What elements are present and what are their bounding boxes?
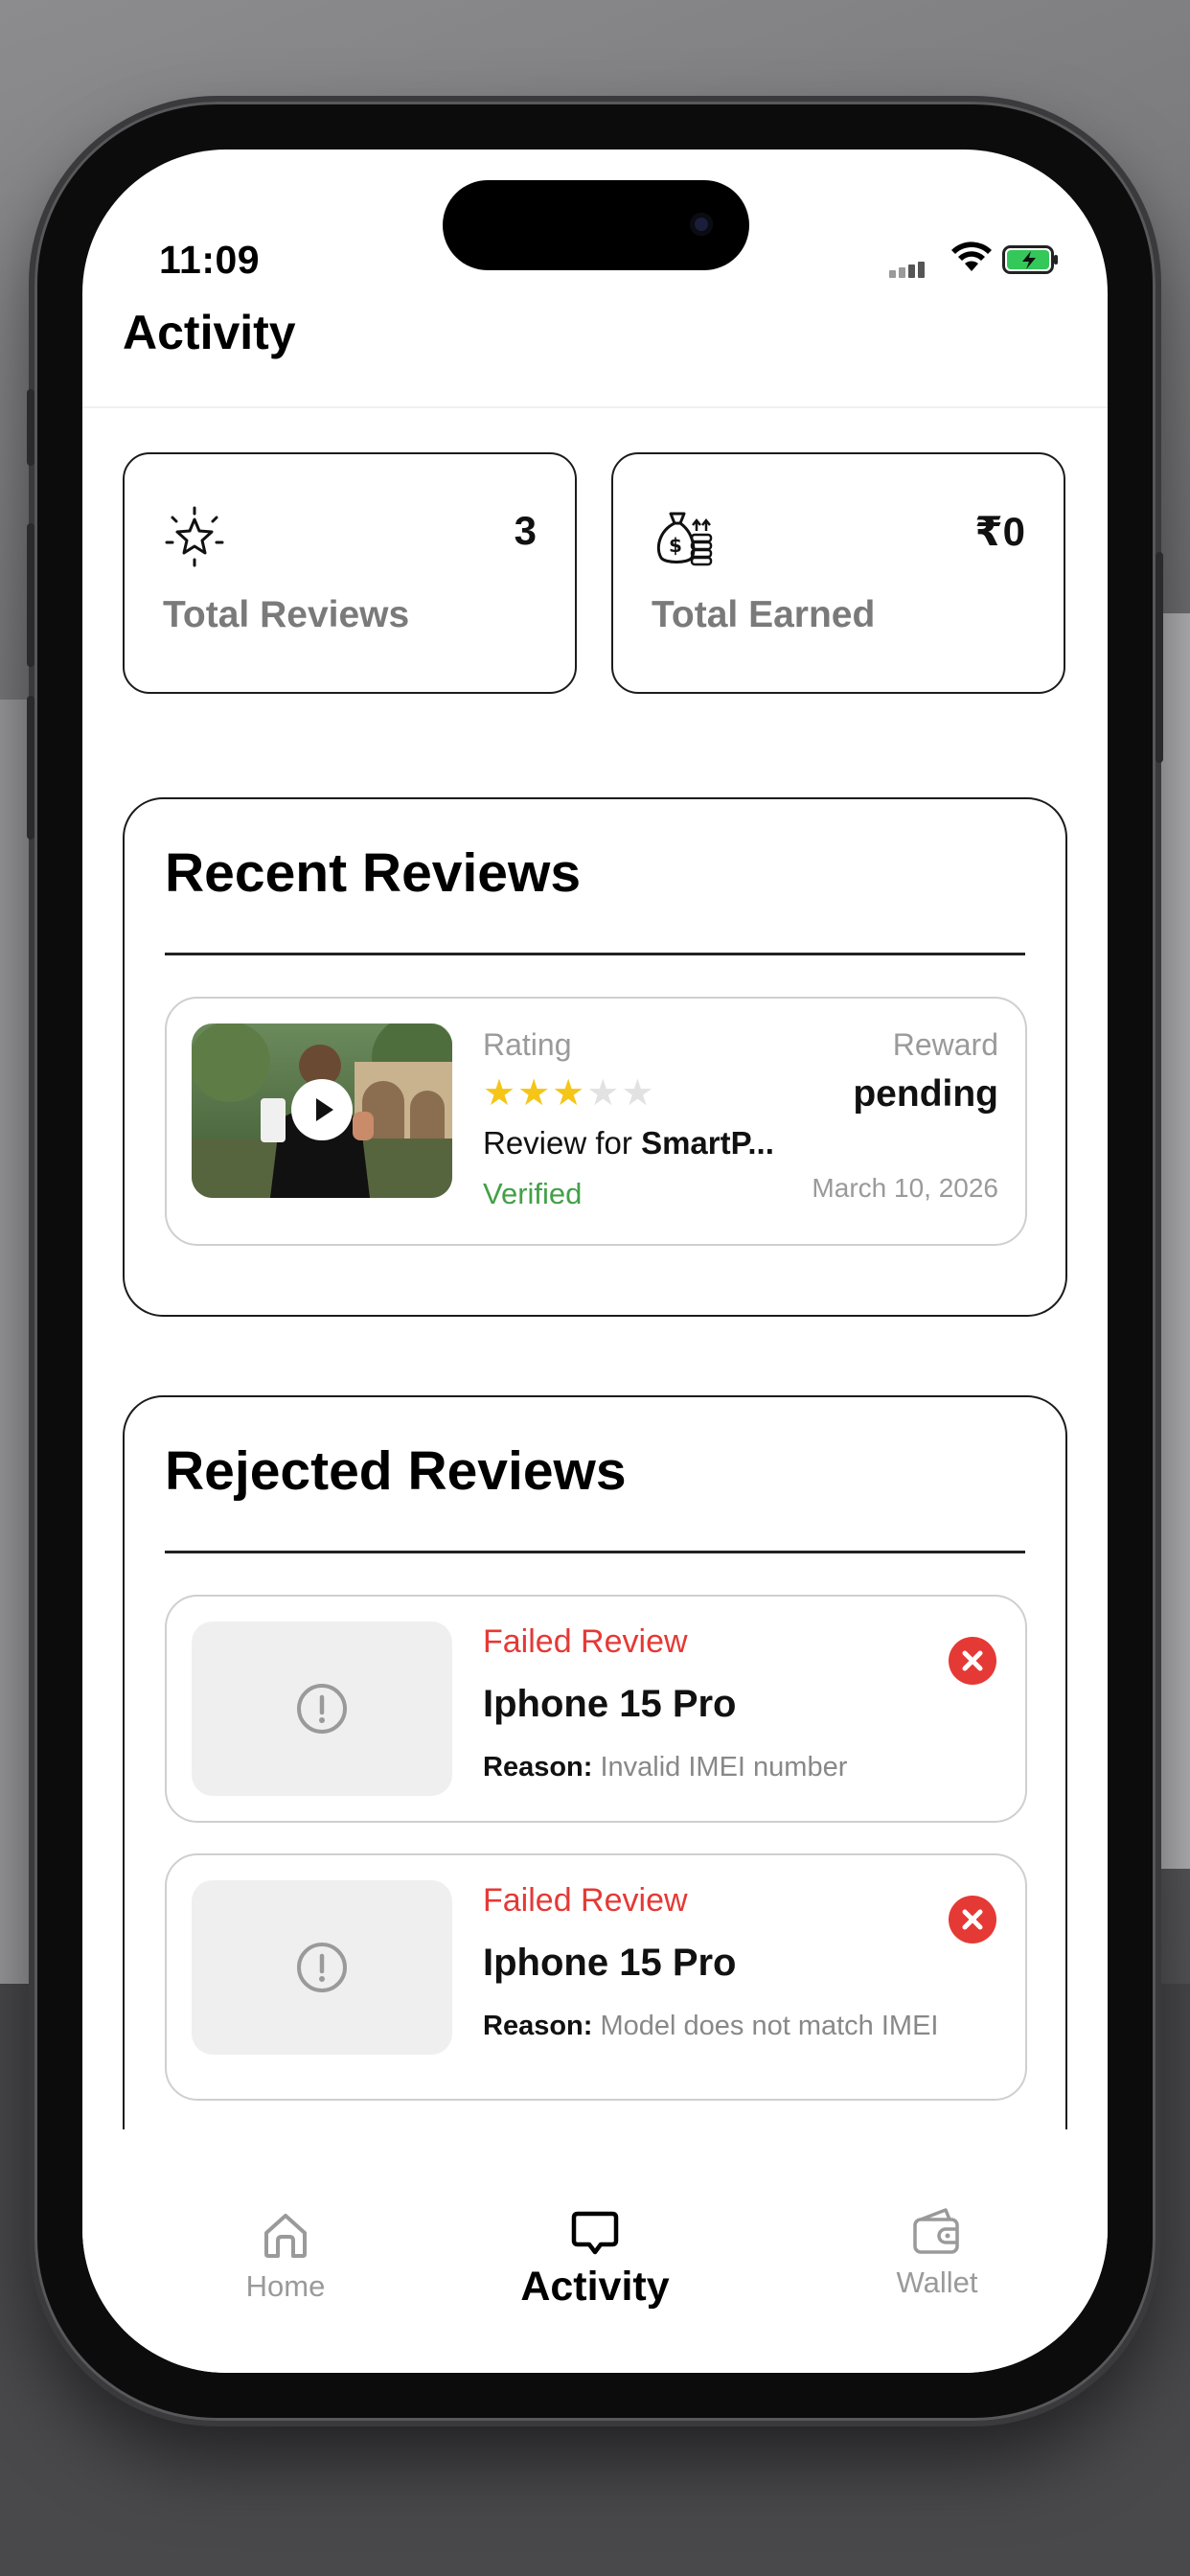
- cellular-signal-icon: [889, 261, 927, 278]
- svg-text:$: $: [669, 534, 682, 557]
- rejected-x-icon: [949, 1637, 996, 1685]
- rejected-reviews-section: Rejected Reviews Failed Review Iphone 15…: [123, 1395, 1067, 2181]
- tab-wallet-label: Wallet: [896, 2266, 978, 2299]
- front-camera: [690, 213, 713, 236]
- sparkle-star-icon: [165, 506, 224, 567]
- play-button[interactable]: [291, 1079, 353, 1140]
- chat-bubble-icon: [571, 2211, 619, 2255]
- tab-activity-label: Activity: [520, 2264, 670, 2310]
- verified-status: Verified: [483, 1177, 583, 1210]
- product-name: Iphone 15 Pro: [483, 1942, 737, 1984]
- star-filled-icon: ★: [517, 1073, 553, 1114]
- status-time: 11:09: [159, 238, 261, 282]
- thumbnail-placeholder: [192, 1622, 452, 1796]
- reason-label: Reason:: [483, 1752, 593, 1782]
- rating-label: Rating: [483, 1027, 572, 1062]
- reward-label: Reward: [892, 1027, 998, 1062]
- bottom-tab-bar: Home Activity Wallet: [82, 2129, 1108, 2373]
- status-bar: 11:09: [82, 150, 1108, 293]
- tab-home-label: Home: [245, 2269, 326, 2303]
- rejected-reviews-title: Rejected Reviews: [165, 1440, 627, 1502]
- review-for-text: Review for SmartP...: [483, 1125, 774, 1162]
- star-rating: ★★★★★: [483, 1071, 655, 1115]
- mute-switch: [27, 389, 34, 466]
- battery-charging-icon: [1002, 245, 1058, 274]
- exclamation-circle-icon: [297, 1943, 347, 1992]
- section-divider: [165, 953, 1025, 955]
- volume-down-button: [27, 696, 34, 840]
- failed-review-label: Failed Review: [483, 1623, 688, 1660]
- total-earned-value: ₹0: [974, 509, 1025, 554]
- rejected-review-card[interactable]: Failed Review Iphone 15 Pro Reason: Mode…: [165, 1853, 1027, 2101]
- review-for-prefix: Review for: [483, 1125, 642, 1161]
- section-divider: [165, 1551, 1025, 1553]
- rejected-review-card[interactable]: Failed Review Iphone 15 Pro Reason: Inva…: [165, 1595, 1027, 1823]
- review-product-name: SmartP...: [641, 1125, 774, 1161]
- recent-reviews-section: Recent Reviews Rating ★★★★★ Review for S…: [123, 797, 1067, 1317]
- power-button: [1156, 552, 1163, 763]
- star-empty-icon: ★: [586, 1073, 622, 1114]
- rejection-reason: Reason: Invalid IMEI number: [483, 1750, 962, 1784]
- home-icon: [264, 2214, 307, 2258]
- reward-value: pending: [853, 1073, 998, 1115]
- total-reviews-value: 3: [514, 508, 537, 553]
- review-video-thumbnail[interactable]: [192, 1024, 452, 1198]
- rejection-reason: Reason: Model does not match IMEI: [483, 2009, 962, 2043]
- star-empty-icon: ★: [621, 1073, 656, 1114]
- product-name: Iphone 15 Pro: [483, 1683, 737, 1725]
- tab-activity[interactable]: Activity: [499, 2208, 691, 2311]
- failed-review-label: Failed Review: [483, 1882, 688, 1919]
- reason-text: Invalid IMEI number: [600, 1752, 848, 1782]
- volume-up-button: [27, 523, 34, 667]
- thumbnail-placeholder: [192, 1880, 452, 2055]
- reason-text: Model does not match IMEI: [600, 2011, 939, 2041]
- star-filled-icon: ★: [552, 1073, 587, 1114]
- wifi-icon: [951, 242, 992, 271]
- reason-label: Reason:: [483, 2011, 593, 2041]
- exclamation-circle-icon: [297, 1684, 347, 1734]
- stat-card-total-reviews: 3 Total Reviews: [123, 452, 577, 694]
- wallet-icon: [913, 2208, 959, 2254]
- play-icon: [316, 1098, 333, 1121]
- page-title: Activity: [123, 306, 296, 359]
- dynamic-island: [443, 180, 749, 270]
- star-filled-icon: ★: [483, 1073, 518, 1114]
- money-bag-icon: $: [656, 512, 713, 566]
- phone-frame: 11:09 Activity 3 Total Reviews $ ₹0 Tota…: [27, 102, 1163, 2421]
- stat-card-total-earned: $ ₹0 Total Earned: [611, 452, 1065, 694]
- recent-review-card[interactable]: Rating ★★★★★ Review for SmartP... Verifi…: [165, 997, 1027, 1246]
- recent-reviews-title: Recent Reviews: [165, 842, 582, 904]
- total-earned-label: Total Earned: [652, 594, 876, 635]
- tab-home[interactable]: Home: [190, 2210, 381, 2304]
- screen: 11:09 Activity 3 Total Reviews $ ₹0 Tota…: [82, 150, 1108, 2373]
- total-reviews-label: Total Reviews: [163, 594, 410, 635]
- tab-wallet[interactable]: Wallet: [841, 2206, 1033, 2300]
- rejected-x-icon: [949, 1896, 996, 1944]
- review-date: March 10, 2026: [812, 1173, 998, 1203]
